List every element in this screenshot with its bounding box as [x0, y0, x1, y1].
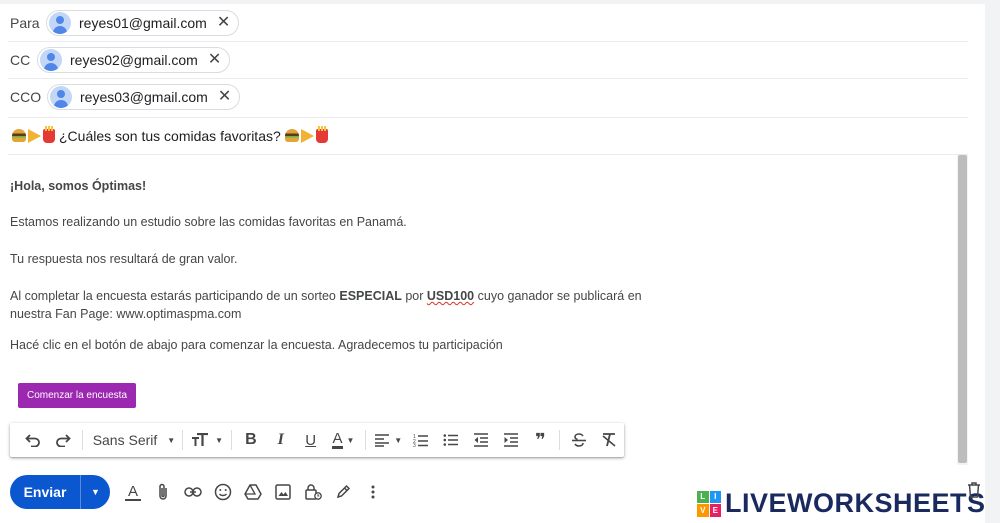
line3-prize: USD100 — [426, 289, 475, 303]
chevron-down-icon: ▼ — [167, 435, 176, 445]
quote-icon[interactable]: ❞ — [526, 426, 556, 454]
greeting-text: ¡Hola, somos Óptimas! — [10, 179, 147, 193]
window-top-strip — [0, 0, 1000, 4]
message-line-1: Estamos realizando un estudio sobre las … — [10, 215, 407, 229]
format-letter: A — [124, 484, 141, 501]
burger-icon — [12, 129, 26, 142]
bulleted-list-icon[interactable] — [436, 426, 466, 454]
text-color-select[interactable]: A ▼ — [326, 426, 362, 454]
avatar-icon — [40, 49, 62, 71]
italic-icon[interactable]: I — [266, 426, 296, 454]
subject-divider — [8, 154, 968, 155]
cc-divider — [8, 78, 968, 79]
bcc-label: CCO — [10, 89, 42, 105]
chevron-down-icon: ▼ — [215, 435, 224, 445]
align-select[interactable]: ▼ — [370, 426, 406, 454]
liveworksheets-wordmark: LIVEWORKSHEETS — [725, 488, 986, 518]
indent-more-icon[interactable] — [496, 426, 526, 454]
line3-text-c: cuyo ganador se publicará en — [474, 289, 642, 303]
cc-label: CC — [10, 52, 31, 68]
formatting-options-icon[interactable]: A — [118, 479, 148, 505]
remove-recipient-icon[interactable]: ✕ — [208, 52, 221, 68]
google-drive-icon[interactable] — [238, 479, 268, 505]
to-row[interactable]: Para reyes01@gmail.com ✕ — [0, 6, 960, 40]
chevron-down-icon: ▼ — [346, 435, 355, 445]
remove-recipient-icon[interactable]: ✕ — [218, 89, 231, 105]
indent-less-icon[interactable] — [466, 426, 496, 454]
line3-text-d: nuestra Fan Page: www.optimaspma.com — [10, 307, 242, 321]
compose-actions: A — [118, 479, 388, 505]
cc-row[interactable]: CC reyes02@gmail.com ✕ — [0, 43, 960, 77]
more-options-icon[interactable] — [358, 479, 388, 505]
toolbar-separator — [231, 430, 233, 450]
remove-formatting-icon[interactable] — [594, 426, 624, 454]
liveworksheets-badge: L I V E — [697, 490, 721, 517]
pizza-icon — [28, 129, 41, 143]
bcc-recipient-chip[interactable]: reyes03@gmail.com ✕ — [47, 84, 241, 110]
start-survey-button[interactable]: Comenzar la encuesta — [18, 383, 136, 408]
liveworksheets-logo: L I V E LIVEWORKSHEETS — [697, 488, 986, 519]
toolbar-separator — [182, 430, 184, 450]
food-emoji-group — [12, 126, 55, 143]
pizza-icon — [300, 129, 314, 143]
line3-text-b: por — [401, 289, 427, 303]
badge-letter-v: V — [697, 504, 709, 517]
remove-recipient-icon[interactable]: ✕ — [217, 15, 230, 31]
line3-especial: ESPECIAL — [339, 289, 402, 303]
to-divider — [8, 41, 968, 42]
confidential-mode-icon[interactable] — [298, 479, 328, 505]
underline-icon[interactable]: U — [296, 426, 326, 454]
badge-letter-l: L — [697, 490, 709, 503]
signature-pen-icon[interactable] — [328, 479, 358, 505]
font-family-select[interactable]: Sans Serif ▼ — [87, 426, 179, 454]
subject-text: ¿Cuáles son tus comidas favoritas? — [59, 128, 281, 144]
cc-recipient-email: reyes02@gmail.com — [70, 52, 198, 68]
toolbar-separator — [559, 430, 561, 450]
scrollbar-thumb[interactable] — [958, 155, 967, 463]
to-recipient-email: reyes01@gmail.com — [79, 15, 207, 31]
badge-letter-e: E — [709, 504, 721, 517]
chevron-down-icon: ▼ — [394, 435, 403, 445]
insert-photo-icon[interactable] — [268, 479, 298, 505]
message-line-2: Tu respuesta nos resultará de gran valor… — [10, 252, 238, 266]
avatar-icon — [49, 12, 71, 34]
font-size-select[interactable]: ▼ — [187, 426, 227, 454]
strikethrough-icon[interactable] — [564, 426, 594, 454]
cc-recipient-chip[interactable]: reyes02@gmail.com ✕ — [37, 47, 231, 73]
fries-icon — [315, 126, 328, 143]
bcc-row[interactable]: CCO reyes03@gmail.com ✕ — [0, 80, 960, 114]
bcc-recipient-email: reyes03@gmail.com — [80, 89, 208, 105]
subject-field[interactable]: ¿Cuáles son tus comidas favoritas? — [12, 126, 328, 144]
message-line-3: Al completar la encuesta estarás partici… — [10, 287, 650, 323]
to-label: Para — [10, 15, 40, 31]
send-button[interactable]: Enviar — [10, 484, 80, 500]
message-line-4: Hacé clic en el botón de abajo para come… — [10, 338, 503, 352]
avatar-icon — [50, 86, 72, 108]
toolbar-separator — [365, 430, 367, 450]
text-color-icon: A — [332, 429, 343, 449]
undo-icon[interactable] — [18, 426, 48, 454]
attach-file-icon[interactable] — [148, 479, 178, 505]
numbered-list-icon[interactable]: 123 — [406, 426, 436, 454]
to-recipient-chip[interactable]: reyes01@gmail.com ✕ — [46, 10, 240, 36]
formatting-toolbar: Sans Serif ▼ ▼ B I U A ▼ ▼ 123 ❞ — [10, 423, 624, 457]
send-options-chevron-icon[interactable]: ▼ — [81, 487, 110, 497]
line3-text-a: Al completar la encuesta estarás partici… — [10, 289, 340, 303]
message-greeting: ¡Hola, somos Óptimas! — [10, 177, 650, 195]
fries-icon — [43, 126, 55, 143]
badge-letter-i: I — [709, 490, 721, 503]
toolbar-separator — [81, 430, 83, 450]
send-button-group: Enviar ▼ — [10, 475, 110, 509]
bcc-divider — [8, 117, 968, 118]
svg-text:3: 3 — [413, 443, 416, 447]
redo-icon[interactable] — [48, 426, 78, 454]
font-family-value: Sans Serif — [92, 432, 158, 448]
discard-draft-icon[interactable] — [967, 482, 981, 503]
insert-emoji-icon[interactable] — [208, 479, 238, 505]
burger-icon — [284, 129, 299, 142]
insert-link-icon[interactable] — [178, 479, 208, 505]
bold-icon[interactable]: B — [236, 426, 266, 454]
right-side-rail — [985, 0, 1000, 523]
food-emoji-group — [284, 126, 328, 143]
